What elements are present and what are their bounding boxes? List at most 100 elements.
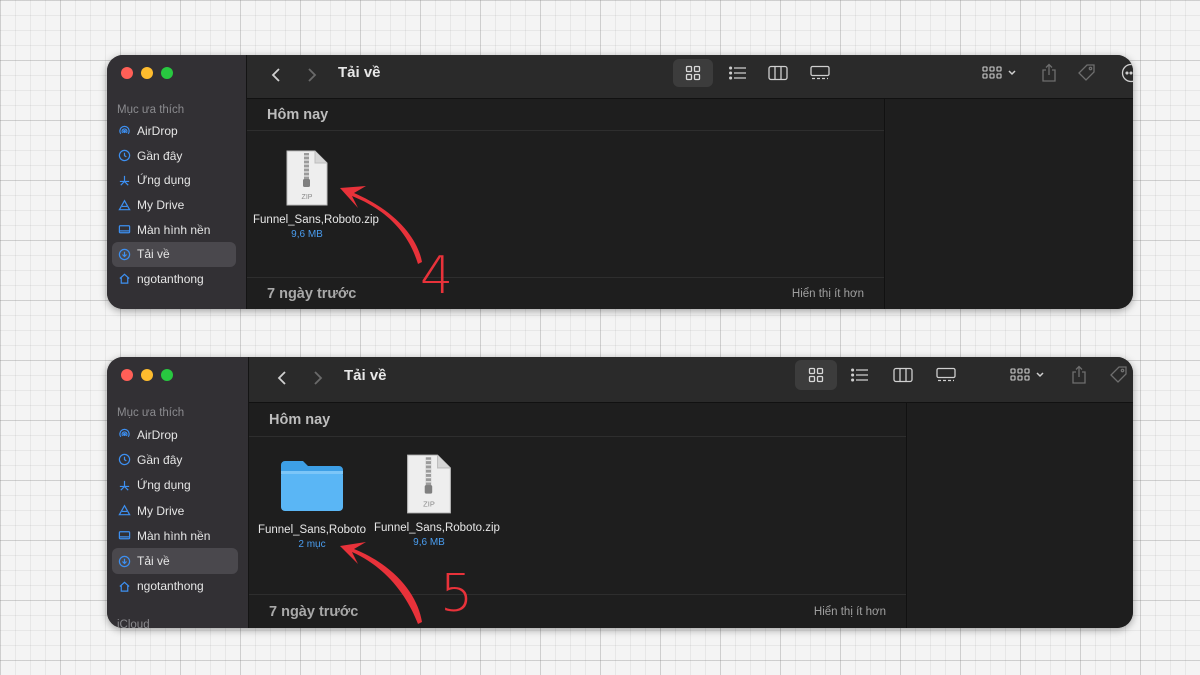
sidebar-item-home[interactable]: ngotanthong	[112, 574, 238, 599]
sidebar-list: AirDrop Gần đây Ứng dụng My Drive Màn hì…	[112, 119, 236, 291]
close-window-button[interactable]	[121, 369, 133, 381]
svg-text:ZIP: ZIP	[302, 194, 313, 201]
group-header-today: Hôm nay	[247, 99, 884, 131]
sidebar-section-favorites: Mục ưa thích	[117, 104, 185, 116]
step-number-4: 4	[420, 246, 454, 306]
tag-button[interactable]	[1075, 61, 1099, 85]
grid-icon	[808, 367, 824, 383]
more-actions-button[interactable]	[1119, 61, 1133, 85]
back-button[interactable]	[275, 368, 289, 388]
zoom-window-button[interactable]	[161, 369, 173, 381]
close-window-button[interactable]	[121, 67, 133, 79]
window-title: Tải về	[338, 64, 381, 81]
finder-window-bottom: Mục ưa thích AirDrop Gần đây Ứng dụng My…	[107, 357, 1133, 628]
chevron-right-icon	[308, 68, 317, 82]
show-less-link[interactable]: Hiển thị ít hơn	[792, 288, 864, 300]
sidebar-item-label: Tải về	[137, 554, 170, 569]
sidebar-item-home[interactable]: ngotanthong	[112, 267, 236, 292]
back-button[interactable]	[269, 65, 283, 85]
sidebar-item-label: Gần đây	[137, 148, 183, 163]
file-name: Funnel_Sans,Roboto.zip	[374, 522, 500, 534]
folder-icon	[281, 461, 343, 511]
sidebar-item-desktop[interactable]: Màn hình nền	[112, 523, 238, 548]
airdrop-icon	[118, 125, 131, 138]
drive-icon	[118, 504, 131, 517]
sidebar-item-label: AirDrop	[137, 124, 178, 139]
columns-icon	[893, 367, 913, 383]
toolbar: Tải về	[249, 357, 1133, 403]
chevron-left-icon	[277, 371, 286, 385]
sidebar-item-label: Màn hình nền	[137, 528, 211, 543]
sidebar-item-label: Ứng dụng	[137, 478, 191, 493]
window-controls	[121, 67, 173, 79]
group-title: 7 ngày trước	[267, 285, 357, 302]
tag-button[interactable]	[1107, 363, 1131, 387]
sidebar-item-applications[interactable]: Ứng dụng	[112, 473, 238, 498]
sidebar-item-label: Gần đây	[137, 452, 183, 467]
zip-file-icon: ZIP	[407, 454, 451, 514]
group-header-today: Hôm nay	[249, 403, 906, 437]
sidebar-item-applications[interactable]: Ứng dụng	[112, 168, 236, 193]
share-icon	[1072, 365, 1086, 384]
file-item-zip[interactable]: ZIP Funnel_Sans,Roboto.zip 9,6 MB	[373, 453, 500, 550]
column-view-button[interactable]	[761, 59, 795, 87]
list-view-button[interactable]	[721, 59, 755, 87]
minimize-window-button[interactable]	[141, 369, 153, 381]
group-title: Hôm nay	[269, 411, 331, 428]
sidebar-item-label: Màn hình nền	[137, 222, 211, 237]
apps-icon	[118, 174, 131, 187]
sidebar-item-downloads[interactable]: Tải về	[112, 241, 236, 267]
gallery-view-button[interactable]	[929, 361, 963, 389]
group-by-icon	[982, 66, 1016, 79]
group-by-menu-button[interactable]	[979, 61, 1021, 85]
file-name: Funnel_Sans,Roboto	[257, 524, 367, 536]
group-by-menu-button[interactable]	[1007, 363, 1049, 387]
apps-icon	[118, 479, 131, 492]
group-header-7-days: 7 ngày trước Hiển thị ít hơn	[249, 594, 906, 628]
sidebar-item-label: Tải về	[137, 247, 170, 262]
icon-view-button[interactable]	[673, 59, 713, 87]
sidebar-section-icloud: iCloud	[117, 619, 150, 628]
window-controls	[121, 369, 173, 381]
share-button[interactable]	[1069, 363, 1089, 387]
sidebar-item-recents[interactable]: Gần đây	[112, 144, 236, 169]
group-title: 7 ngày trước	[269, 603, 359, 620]
ellipsis-circle-icon	[1121, 63, 1133, 83]
gallery-view-button[interactable]	[803, 59, 837, 87]
sidebar-item-desktop[interactable]: Màn hình nền	[112, 217, 236, 242]
download-icon	[118, 248, 131, 261]
icon-view-button[interactable]	[795, 360, 837, 390]
airdrop-icon	[118, 428, 131, 441]
share-button[interactable]	[1039, 61, 1059, 85]
tag-icon	[1110, 366, 1127, 383]
forward-button[interactable]	[305, 65, 319, 85]
file-item-folder[interactable]: Funnel_Sans,Roboto 2 mục	[256, 457, 368, 552]
drive-icon	[118, 199, 131, 212]
group-title: Hôm nay	[267, 106, 329, 123]
finder-window-top: Mục ưa thích AirDrop Gần đây Ứng dụng My…	[107, 55, 1133, 309]
sidebar-item-downloads[interactable]: Tải về	[112, 548, 238, 574]
show-less-link[interactable]: Hiển thị ít hơn	[814, 606, 886, 618]
sidebar-item-my-drive[interactable]: My Drive	[112, 193, 236, 218]
forward-button[interactable]	[311, 368, 325, 388]
minimize-window-button[interactable]	[141, 67, 153, 79]
list-view-button[interactable]	[843, 361, 877, 389]
sidebar-item-my-drive[interactable]: My Drive	[112, 498, 238, 523]
sidebar-item-recents[interactable]: Gần đây	[112, 447, 238, 472]
columns-icon	[768, 65, 788, 81]
sidebar-item-airdrop[interactable]: AirDrop	[112, 422, 238, 447]
file-item-zip[interactable]: ZIP Funnel_Sans,Roboto.zip 9,6 MB	[251, 149, 379, 242]
sidebar-item-label: My Drive	[137, 503, 185, 518]
toolbar: Tải về	[247, 55, 1133, 99]
file-size: 9,6 MB	[291, 229, 323, 240]
list-icon	[729, 66, 746, 80]
sidebar-item-airdrop[interactable]: AirDrop	[112, 119, 236, 144]
column-view-button[interactable]	[886, 361, 920, 389]
folder-item-count: 2 mục	[298, 539, 326, 550]
file-size: 9,6 MB	[413, 537, 445, 548]
chevron-left-icon	[271, 68, 280, 82]
zip-file-icon: ZIP	[286, 150, 328, 206]
zoom-window-button[interactable]	[161, 67, 173, 79]
file-browser-content: Hôm nay Funnel_Sans,Roboto 2 mục ZIP Fun…	[249, 403, 907, 628]
share-icon	[1042, 63, 1056, 82]
